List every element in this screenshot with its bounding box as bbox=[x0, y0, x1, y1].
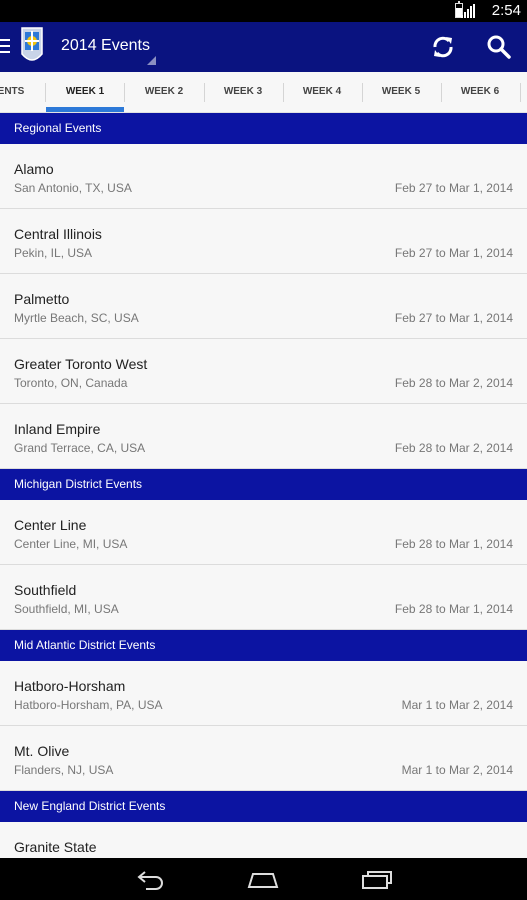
event-location: Flanders, NJ, USA bbox=[14, 763, 114, 777]
event-row[interactable]: Inland Empire Grand Terrace, CA, USA Feb… bbox=[0, 404, 527, 469]
event-dates: Feb 28 to Mar 2, 2014 bbox=[394, 376, 513, 390]
section-header: New England District Events bbox=[0, 791, 527, 822]
search-icon[interactable] bbox=[486, 34, 512, 60]
event-dates: Feb 28 to Mar 1, 2014 bbox=[394, 537, 513, 551]
status-bar: 2:54 bbox=[0, 0, 527, 22]
event-name: Palmetto bbox=[14, 291, 70, 307]
back-icon[interactable] bbox=[136, 868, 166, 890]
event-row[interactable]: Central Illinois Pekin, IL, USA Feb 27 t… bbox=[0, 209, 527, 274]
recents-icon[interactable] bbox=[360, 868, 394, 890]
section-header: Regional Events bbox=[0, 113, 527, 144]
event-name: Granite State bbox=[14, 839, 97, 855]
tab-week-3[interactable]: WEEK 3 bbox=[204, 72, 282, 112]
event-name: Greater Toronto West bbox=[14, 356, 148, 372]
event-dates: Feb 27 to Mar 1, 2014 bbox=[394, 181, 513, 195]
event-row[interactable]: Mt. Olive Flanders, NJ, USA Mar 1 to Mar… bbox=[0, 726, 527, 791]
event-list[interactable]: Regional Events Alamo San Antonio, TX, U… bbox=[0, 113, 527, 858]
event-location: Center Line, MI, USA bbox=[14, 537, 128, 551]
event-name: Central Illinois bbox=[14, 226, 102, 242]
page-title[interactable]: 2014 Events bbox=[61, 37, 150, 55]
section-header: Michigan District Events bbox=[0, 469, 527, 500]
tab-week-5[interactable]: WEEK 5 bbox=[362, 72, 440, 112]
event-name: Mt. Olive bbox=[14, 743, 70, 759]
event-name: Center Line bbox=[14, 517, 87, 533]
event-row[interactable]: Hatboro-Horsham Hatboro-Horsham, PA, USA… bbox=[0, 661, 527, 726]
tab-week-1[interactable]: WEEK 1 bbox=[46, 72, 124, 112]
event-location: Pekin, IL, USA bbox=[14, 246, 93, 260]
tab-week-4[interactable]: WEEK 4 bbox=[283, 72, 361, 112]
event-row[interactable]: Greater Toronto West Toronto, ON, Canada… bbox=[0, 339, 527, 404]
home-icon[interactable] bbox=[246, 868, 280, 890]
status-time: 2:54 bbox=[491, 2, 521, 19]
event-dates: Feb 28 to Mar 2, 2014 bbox=[394, 441, 513, 455]
event-row[interactable]: Alamo San Antonio, TX, USA Feb 27 to Mar… bbox=[0, 144, 527, 209]
event-dates: Mar 1 to Mar 2, 2014 bbox=[401, 763, 513, 777]
event-location: Hatboro-Horsham, PA, USA bbox=[14, 698, 163, 712]
event-dates: Mar 1 to Mar 2, 2014 bbox=[401, 698, 513, 712]
tab-events[interactable]: ENTS bbox=[0, 72, 34, 112]
logo-icon[interactable] bbox=[20, 26, 44, 66]
action-bar: 2014 Events bbox=[0, 22, 527, 72]
event-location: Grand Terrace, CA, USA bbox=[14, 441, 146, 455]
section-header: Mid Atlantic District Events bbox=[0, 630, 527, 661]
tab-week-6[interactable]: WEEK 6 bbox=[441, 72, 519, 112]
event-location: Toronto, ON, Canada bbox=[14, 376, 128, 390]
tab-week-2[interactable]: WEEK 2 bbox=[125, 72, 203, 112]
event-row[interactable]: Center Line Center Line, MI, USA Feb 28 … bbox=[0, 500, 527, 565]
selected-tab-indicator bbox=[46, 107, 124, 112]
event-location: Myrtle Beach, SC, USA bbox=[14, 311, 139, 325]
menu-icon[interactable] bbox=[0, 39, 10, 55]
event-name: Hatboro-Horsham bbox=[14, 678, 126, 694]
event-row[interactable]: Palmetto Myrtle Beach, SC, USA Feb 27 to… bbox=[0, 274, 527, 339]
event-dates: Feb 27 to Mar 1, 2014 bbox=[394, 246, 513, 260]
week-tabs: ENTS WEEK 1 WEEK 2 WEEK 3 WEEK 4 WEEK 5 … bbox=[0, 72, 527, 113]
event-dates: Feb 27 to Mar 1, 2014 bbox=[394, 311, 513, 325]
event-dates: Feb 28 to Mar 1, 2014 bbox=[394, 602, 513, 616]
event-location: San Antonio, TX, USA bbox=[14, 181, 132, 195]
event-location: Southfield, MI, USA bbox=[14, 602, 119, 616]
event-name: Inland Empire bbox=[14, 421, 101, 437]
dropdown-indicator-icon[interactable] bbox=[147, 56, 156, 65]
event-row[interactable]: Southfield Southfield, MI, USA Feb 28 to… bbox=[0, 565, 527, 630]
signal-icon bbox=[461, 4, 475, 18]
event-row[interactable]: Granite State bbox=[0, 822, 527, 858]
refresh-icon[interactable] bbox=[430, 34, 456, 60]
event-name: Alamo bbox=[14, 161, 54, 177]
event-name: Southfield bbox=[14, 582, 77, 598]
navigation-bar bbox=[0, 858, 527, 900]
